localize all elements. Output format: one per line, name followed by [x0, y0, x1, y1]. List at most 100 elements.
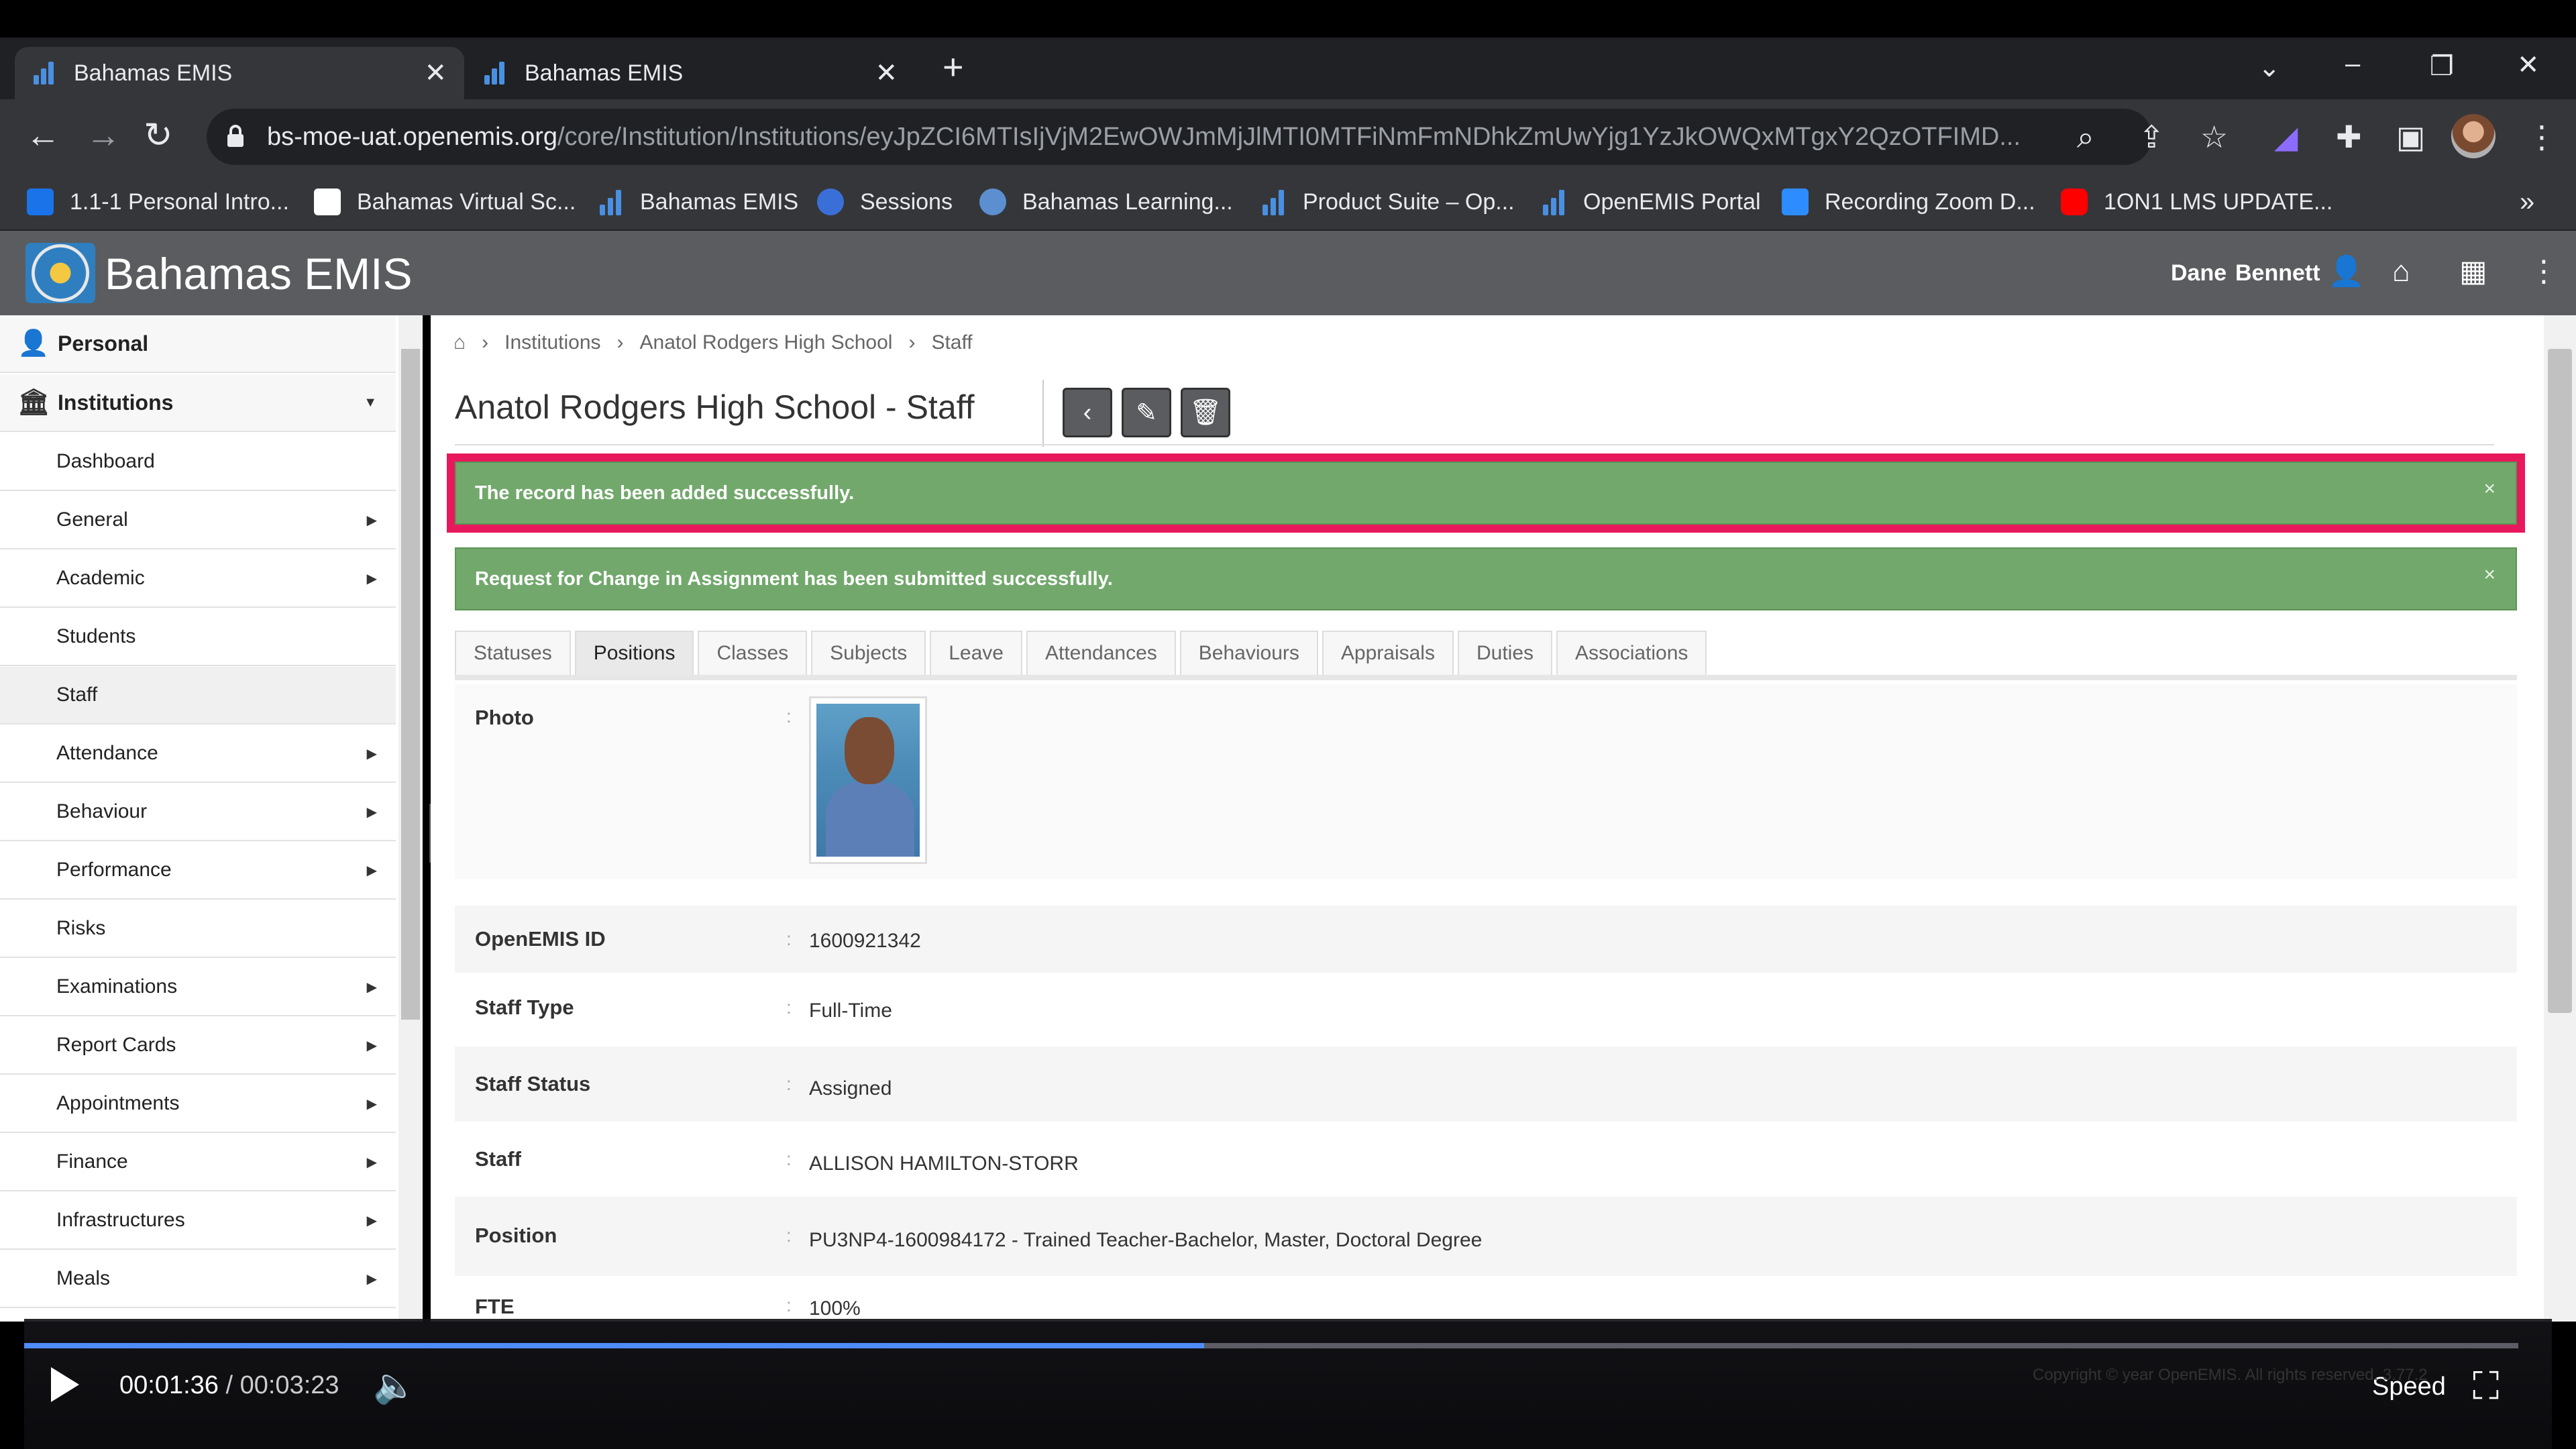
apps-grid-icon[interactable]: ▦: [2459, 255, 2487, 288]
caret-right-icon: ▶: [366, 513, 377, 528]
back-icon[interactable]: ←: [25, 115, 60, 156]
tab-positions[interactable]: Positions: [574, 631, 694, 675]
tab-attendances[interactable]: Attendances: [1026, 631, 1176, 675]
tab-associations[interactable]: Associations: [1556, 631, 1707, 675]
address-bar[interactable]: bs-moe-uat.openemis.org/core/Institution…: [207, 109, 2152, 165]
emis-favicon-icon: [483, 62, 506, 85]
forward-icon[interactable]: →: [86, 115, 121, 156]
bookmark-item[interactable]: 1ON1 LMS UPDATE...: [2061, 185, 2332, 219]
more-bookmarks-icon[interactable]: »: [2520, 185, 2534, 219]
sidebar-item-infrastructures[interactable]: Infrastructures ▶: [0, 1192, 396, 1250]
bookmark-item[interactable]: Bahamas Virtual Sc...: [314, 185, 576, 219]
staff-photo: [809, 696, 927, 864]
sidebar-item-students[interactable]: Students: [0, 608, 396, 666]
bookmark-item[interactable]: Product Suite – Op...: [1260, 185, 1515, 219]
browser-tab-1[interactable]: Bahamas EMIS ✕: [15, 47, 464, 99]
tab-behaviours[interactable]: Behaviours: [1179, 631, 1318, 675]
extensions-puzzle-icon[interactable]: ✚: [2336, 118, 2362, 156]
detail-row-staff-status: Staff Status : Assigned: [455, 1046, 2517, 1122]
edit-button[interactable]: ✎: [1122, 388, 1171, 437]
sidebar-item-attendance[interactable]: Attendance ▶: [0, 725, 396, 783]
close-tab-icon[interactable]: ✕: [424, 58, 447, 89]
bookmark-item[interactable]: Recording Zoom D...: [1782, 185, 2035, 219]
profile-avatar[interactable]: [2451, 114, 2496, 158]
home-icon[interactable]: ⌂: [2392, 255, 2410, 288]
extension-icon[interactable]: ◢: [2274, 118, 2298, 156]
delete-button[interactable]: 🗑: [1181, 388, 1230, 437]
sidebar-item-meals[interactable]: Meals ▶: [0, 1250, 396, 1308]
sidebar-item-dashboard[interactable]: Dashboard: [0, 433, 396, 491]
minimize-icon[interactable]: –: [2345, 47, 2360, 80]
emis-favicon-icon: [597, 189, 624, 215]
play-icon[interactable]: [51, 1367, 79, 1402]
sidebar-item-examinations[interactable]: Examinations ▶: [0, 959, 396, 1016]
sidebar-item-finance[interactable]: Finance ▶: [0, 1134, 396, 1191]
user-icon[interactable]: 👤: [2328, 255, 2365, 288]
emis-favicon-icon: [32, 62, 55, 85]
close-alert-icon[interactable]: ×: [2483, 564, 2496, 586]
share-icon[interactable]: ⇪: [2139, 118, 2165, 156]
school-favicon-icon: [314, 189, 341, 215]
emis-favicon-icon: [1260, 189, 1287, 215]
user-first-name[interactable]: Dane: [2171, 260, 2226, 286]
restore-icon[interactable]: ❐: [2430, 50, 2454, 83]
tab-appraisals[interactable]: Appraisals: [1322, 631, 1454, 675]
bookmark-item[interactable]: 1.1-1 Personal Intro...: [27, 185, 289, 219]
sidebar-item-report-cards[interactable]: Report Cards ▶: [0, 1017, 396, 1075]
sidebar-scroll-thumb[interactable]: [401, 349, 420, 1020]
app-menu-icon[interactable]: ⋮: [2529, 255, 2559, 288]
breadcrumb-school[interactable]: Anatol Rodgers High School: [640, 331, 893, 354]
bookmarks-bar: 1.1-1 Personal Intro... Bahamas Virtual …: [0, 174, 2576, 231]
bookmark-item[interactable]: Sessions: [817, 185, 953, 219]
sidebar-item-general[interactable]: General ▶: [0, 492, 396, 549]
back-button[interactable]: ‹: [1063, 388, 1112, 437]
sidebar-item-academic[interactable]: Academic ▶: [0, 550, 396, 608]
browser-tab-strip: Bahamas EMIS ✕ Bahamas EMIS ✕ + ⌄ – ❐ ✕: [0, 38, 2576, 99]
tab-duties[interactable]: Duties: [1457, 631, 1553, 675]
sidebar-item-institutions[interactable]: 🏛 Institutions ▼: [0, 374, 396, 432]
lock-icon: [227, 125, 244, 147]
copyright-footer: Copyright © year OpenEMIS. All rights re…: [2033, 1366, 2428, 1384]
tab-leave[interactable]: Leave: [930, 631, 1022, 675]
user-last-name[interactable]: Bennett: [2235, 260, 2320, 286]
sidebar: 👤 Personal 🏛 Institutions ▼ Dashboard Gen…: [0, 315, 400, 1322]
sidebar-item-behaviour[interactable]: Behaviour ▶: [0, 784, 396, 841]
tab-classes[interactable]: Classes: [698, 631, 808, 675]
bookmark-item[interactable]: Bahamas EMIS: [597, 185, 798, 219]
exit-fullscreen-icon[interactable]: ⛶: [2473, 1366, 2499, 1406]
url-path: /core/Institution/Institutions/eyJpZCI6M…: [557, 122, 2021, 151]
sidebar-item-performance[interactable]: Performance ▶: [0, 842, 396, 900]
detail-row-staff: Staff : ALLISON HAMILTON-STORR: [475, 1147, 1079, 1175]
caret-right-icon: ▶: [366, 1038, 377, 1053]
bookmark-star-icon[interactable]: ☆: [2200, 118, 2228, 156]
close-tab-icon[interactable]: ✕: [875, 58, 898, 89]
tab-search-chevron-icon[interactable]: ⌄: [2258, 51, 2281, 85]
sidebar-item-personal[interactable]: 👤 Personal: [0, 315, 396, 373]
detail-row-staff-type: Staff Type : Full-Time: [475, 996, 892, 1022]
tab-statuses[interactable]: Statuses: [455, 631, 571, 675]
browser-menu-icon[interactable]: ⋮: [2526, 118, 2557, 156]
pencil-icon: ✎: [1136, 398, 1157, 427]
reload-icon[interactable]: ↻: [144, 115, 173, 156]
breadcrumb: ⌂ › Institutions › Anatol Rodgers High S…: [453, 331, 973, 354]
main-scroll-thumb[interactable]: [2548, 349, 2572, 1013]
close-window-icon[interactable]: ✕: [2517, 48, 2540, 82]
bookmark-item[interactable]: Bahamas Learning...: [979, 185, 1233, 219]
side-panel-icon[interactable]: ▣: [2396, 118, 2425, 156]
breadcrumb-staff: Staff: [931, 331, 973, 354]
app-title: Bahamas EMIS: [105, 249, 413, 299]
success-alert-request: Request for Change in Assignment has bee…: [455, 547, 2517, 610]
volume-icon[interactable]: 🔈: [373, 1367, 417, 1405]
breadcrumb-institutions[interactable]: Institutions: [504, 331, 600, 354]
sidebar-item-appointments[interactable]: Appointments ▶: [0, 1075, 396, 1133]
trash-icon: 🗑: [1189, 398, 1222, 427]
zoom-icon[interactable]: ⌕: [2077, 118, 2094, 156]
home-breadcrumb-icon[interactable]: ⌂: [453, 331, 466, 354]
sidebar-item-risks[interactable]: Risks: [0, 900, 396, 958]
url-host: bs-moe-uat.openemis.org: [267, 122, 557, 151]
sidebar-item-staff[interactable]: Staff: [0, 667, 396, 724]
new-tab-icon[interactable]: +: [943, 47, 964, 87]
bookmark-item[interactable]: OpenEMIS Portal: [1540, 185, 1761, 219]
tab-subjects[interactable]: Subjects: [811, 631, 926, 675]
browser-tab-2[interactable]: Bahamas EMIS ✕: [466, 47, 915, 99]
